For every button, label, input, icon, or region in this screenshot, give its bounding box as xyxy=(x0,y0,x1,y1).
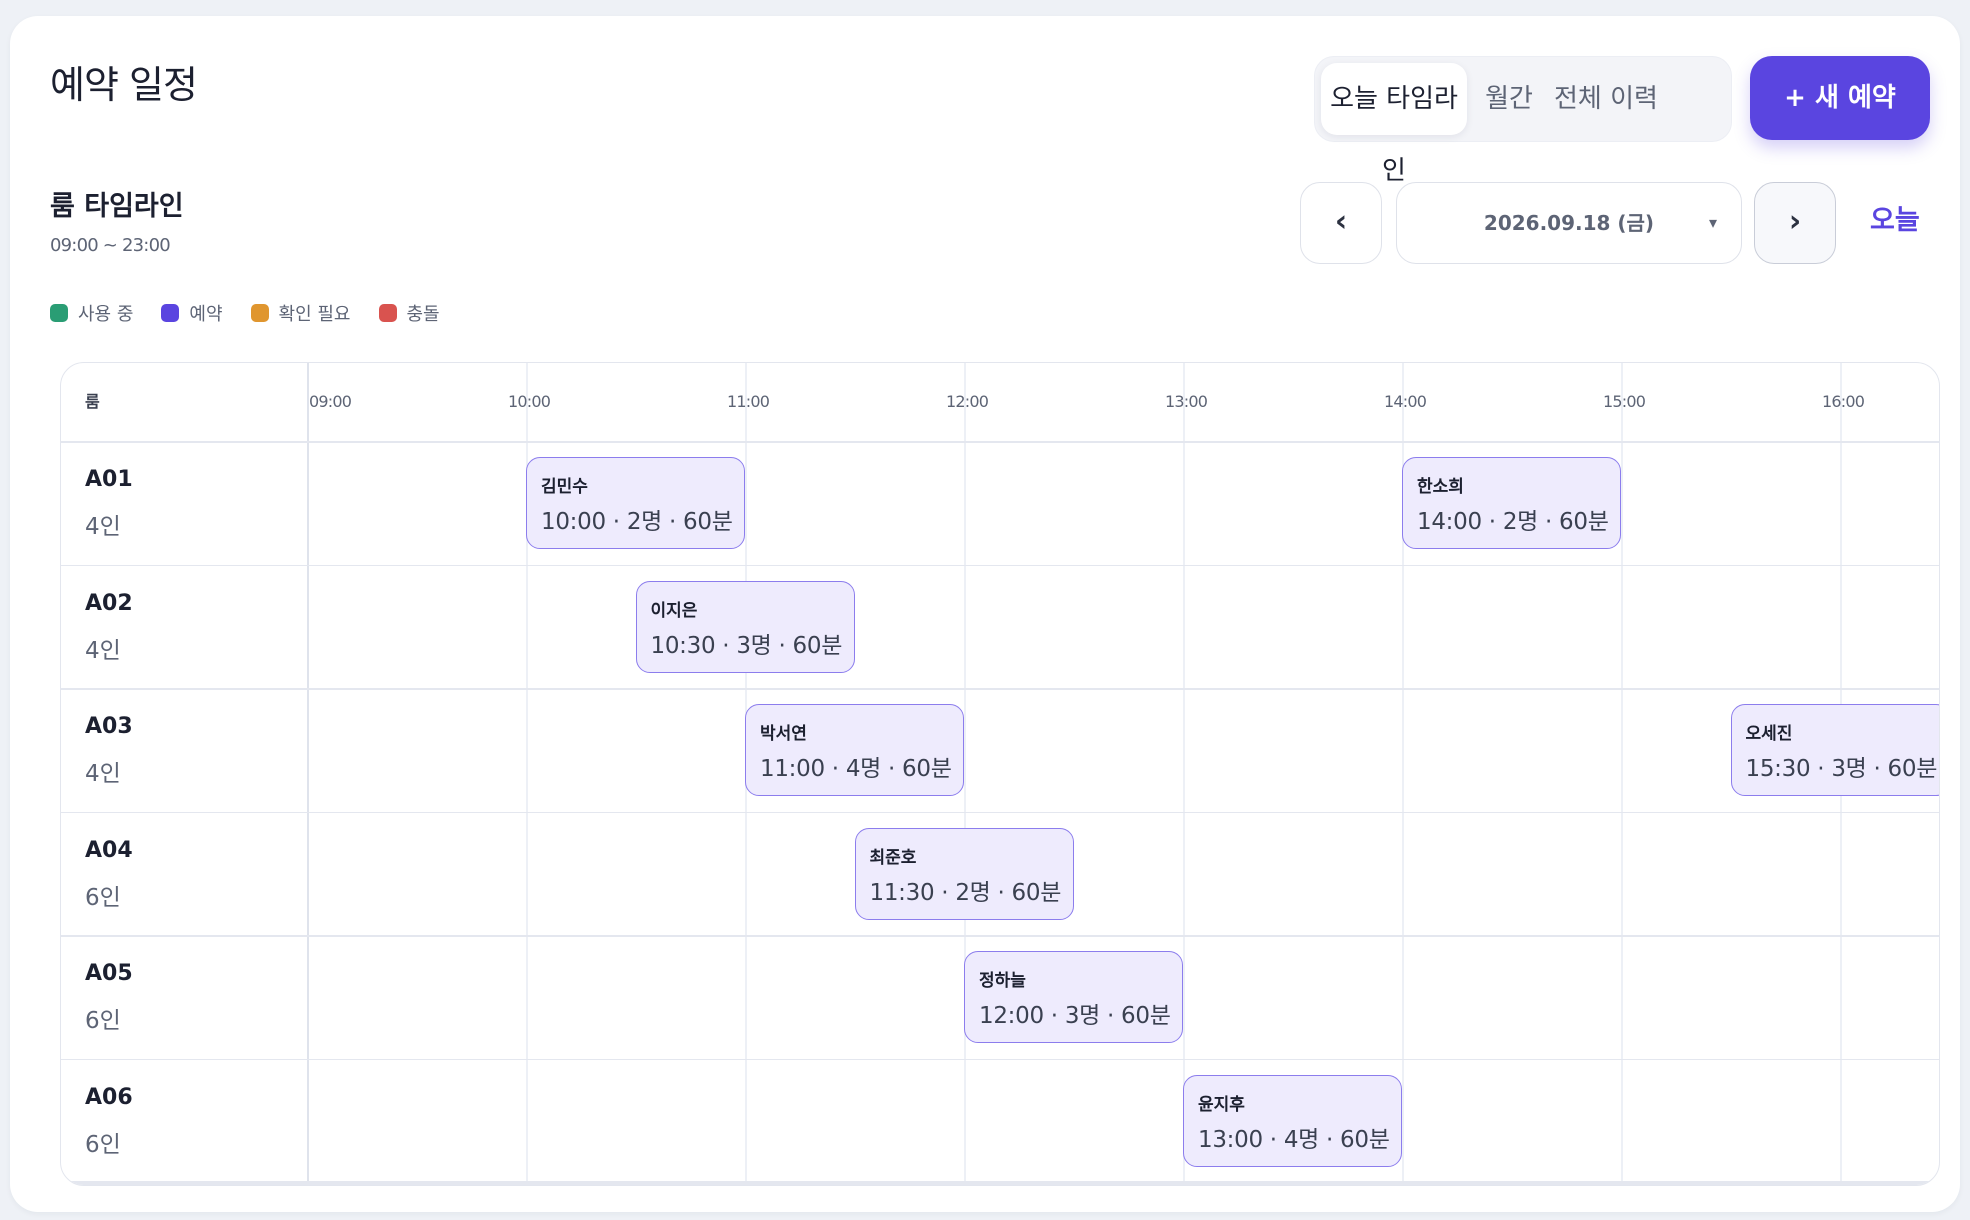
reservation-detail: 11:00 · 4명 · 60분 xyxy=(760,756,952,782)
grid-bottom-border xyxy=(61,1181,1939,1185)
hour-label: 13:00 xyxy=(1165,392,1208,411)
legend-item: 사용 중 xyxy=(50,300,133,326)
date-value: 2026.09.18 (금) xyxy=(1483,211,1655,235)
legend-item: 예약 xyxy=(161,300,223,326)
hour-label: 12:00 xyxy=(946,392,989,411)
reservation-detail: 15:30 · 3명 · 60분 xyxy=(1745,756,1938,782)
hour-label: 15:00 xyxy=(1603,392,1646,411)
reservation-name: 한소희 xyxy=(1417,477,1464,497)
room-capacity: 6인 xyxy=(85,884,121,911)
reservation-detail: 13:00 · 4명 · 60분 xyxy=(1198,1126,1390,1153)
legend-swatch xyxy=(250,304,269,322)
reservation-block[interactable]: 김민수 10:00 · 2명 · 60분 xyxy=(526,457,745,549)
new-reservation-button[interactable]: + 새 예약 xyxy=(1750,56,1930,140)
reservation-block[interactable]: 최준호 11:30 · 2명 · 60분 xyxy=(854,827,1074,920)
room-timeline-grid: 룸 09:00 10:00 11:00 12:00 13:00 14:00 15:00 16:0… xyxy=(60,362,1940,1186)
room-name: A06 xyxy=(85,1084,133,1110)
room-name: A04 xyxy=(85,837,133,863)
legend-label: 사용 중 xyxy=(78,304,134,325)
date-select[interactable]: 2026.09.18 (금) ▾ xyxy=(1396,182,1742,264)
row-divider xyxy=(61,935,1939,937)
hour-label: 09:00 xyxy=(309,392,352,411)
reservation-detail: 14:00 · 2명 · 60분 xyxy=(1417,509,1609,535)
prev-day-button[interactable]: ‹ xyxy=(1300,182,1382,264)
row-divider xyxy=(61,1058,1939,1060)
legend-item: 확인 필요 xyxy=(250,300,351,326)
reservation-block[interactable]: 이지은 10:30 · 3명 · 60분 xyxy=(635,580,855,673)
reservation-block[interactable]: 한소희 14:00 · 2명 · 60분 xyxy=(1402,457,1621,549)
reservation-block[interactable]: 박서연 11:00 · 4명 · 60분 xyxy=(745,704,964,796)
room-capacity: 4인 xyxy=(85,514,121,540)
row-divider xyxy=(61,564,1939,566)
hour-gridline xyxy=(1183,363,1185,1185)
tab-all-history[interactable]: 전체 이력 xyxy=(1551,63,1661,135)
room-capacity: 4인 xyxy=(85,761,121,787)
reservation-name: 오세진 xyxy=(1745,724,1793,744)
reservation-detail: 10:00 · 2명 · 60분 xyxy=(541,509,733,535)
reservation-name: 박서연 xyxy=(760,724,807,744)
section-title: 룸 타임라인 xyxy=(50,191,184,222)
row-divider xyxy=(61,811,1939,813)
reservation-block[interactable]: 윤지후 13:00 · 4명 · 60분 xyxy=(1183,1074,1402,1167)
room-capacity: 6인 xyxy=(85,1131,121,1158)
legend-swatch xyxy=(50,304,68,322)
view-tabs: 오늘 타임라인 월간 전체 이력 xyxy=(1314,56,1732,186)
room-name: A01 xyxy=(85,467,133,492)
legend-label: 충돌 xyxy=(406,304,440,325)
today-button[interactable]: 오늘 xyxy=(1870,198,1920,237)
reservation-name: 이지은 xyxy=(650,600,698,621)
legend-label: 확인 필요 xyxy=(278,304,351,325)
reservation-name: 윤지후 xyxy=(1198,1094,1245,1115)
reservation-block[interactable]: 정하늘 12:00 · 3명 · 60분 xyxy=(964,951,1183,1043)
hour-label: 11:00 xyxy=(727,392,770,411)
legend-item: 충돌 xyxy=(378,300,440,326)
reservation-detail: 11:30 · 2명 · 60분 xyxy=(869,879,1062,906)
room-name: A03 xyxy=(85,714,133,739)
row-divider xyxy=(61,688,1939,690)
next-day-button[interactable]: › xyxy=(1754,182,1836,264)
room-name: A05 xyxy=(85,961,133,986)
hour-gridline xyxy=(307,363,309,1185)
tab-today-timeline[interactable]: 오늘 타임라인 xyxy=(1321,63,1467,186)
legend-swatch xyxy=(161,304,180,322)
reservation-detail: 12:00 · 3명 · 60분 xyxy=(979,1003,1171,1029)
reservation-name: 정하늘 xyxy=(979,971,1026,991)
reservation-detail: 10:30 · 3명 · 60분 xyxy=(650,632,843,659)
room-capacity: 6인 xyxy=(85,1008,121,1034)
reservation-name: 최준호 xyxy=(869,847,917,868)
room-column-header: 룸 xyxy=(85,392,100,411)
page-title: 예약 일정 xyxy=(50,63,198,107)
hour-label: 10:00 xyxy=(508,392,551,411)
hour-label: 14:00 xyxy=(1384,392,1427,411)
reservation-name: 김민수 xyxy=(541,477,588,497)
header-divider xyxy=(61,441,1939,443)
hour-label: 16:00 xyxy=(1822,392,1865,411)
hour-gridline xyxy=(964,363,966,1185)
legend-label: 예약 xyxy=(189,304,223,325)
reservation-block[interactable]: 오세진 15:30 · 3명 · 60분 xyxy=(1730,704,1939,796)
chevron-down-icon: ▾ xyxy=(1708,213,1717,232)
legend-swatch xyxy=(378,304,397,322)
room-name: A02 xyxy=(85,590,133,616)
hour-gridline xyxy=(1621,363,1623,1185)
room-capacity: 4인 xyxy=(85,637,121,664)
tab-monthly[interactable]: 월간 xyxy=(1467,63,1551,135)
schedule-card: 예약 일정 오늘 타임라인 월간 전체 이력 + 새 예약 룸 타임라인 09:… xyxy=(10,16,1960,1212)
legend: 사용 중 예약 확인 필요 충돌 xyxy=(50,300,468,326)
time-range: 09:00 ~ 23:00 xyxy=(50,235,171,256)
